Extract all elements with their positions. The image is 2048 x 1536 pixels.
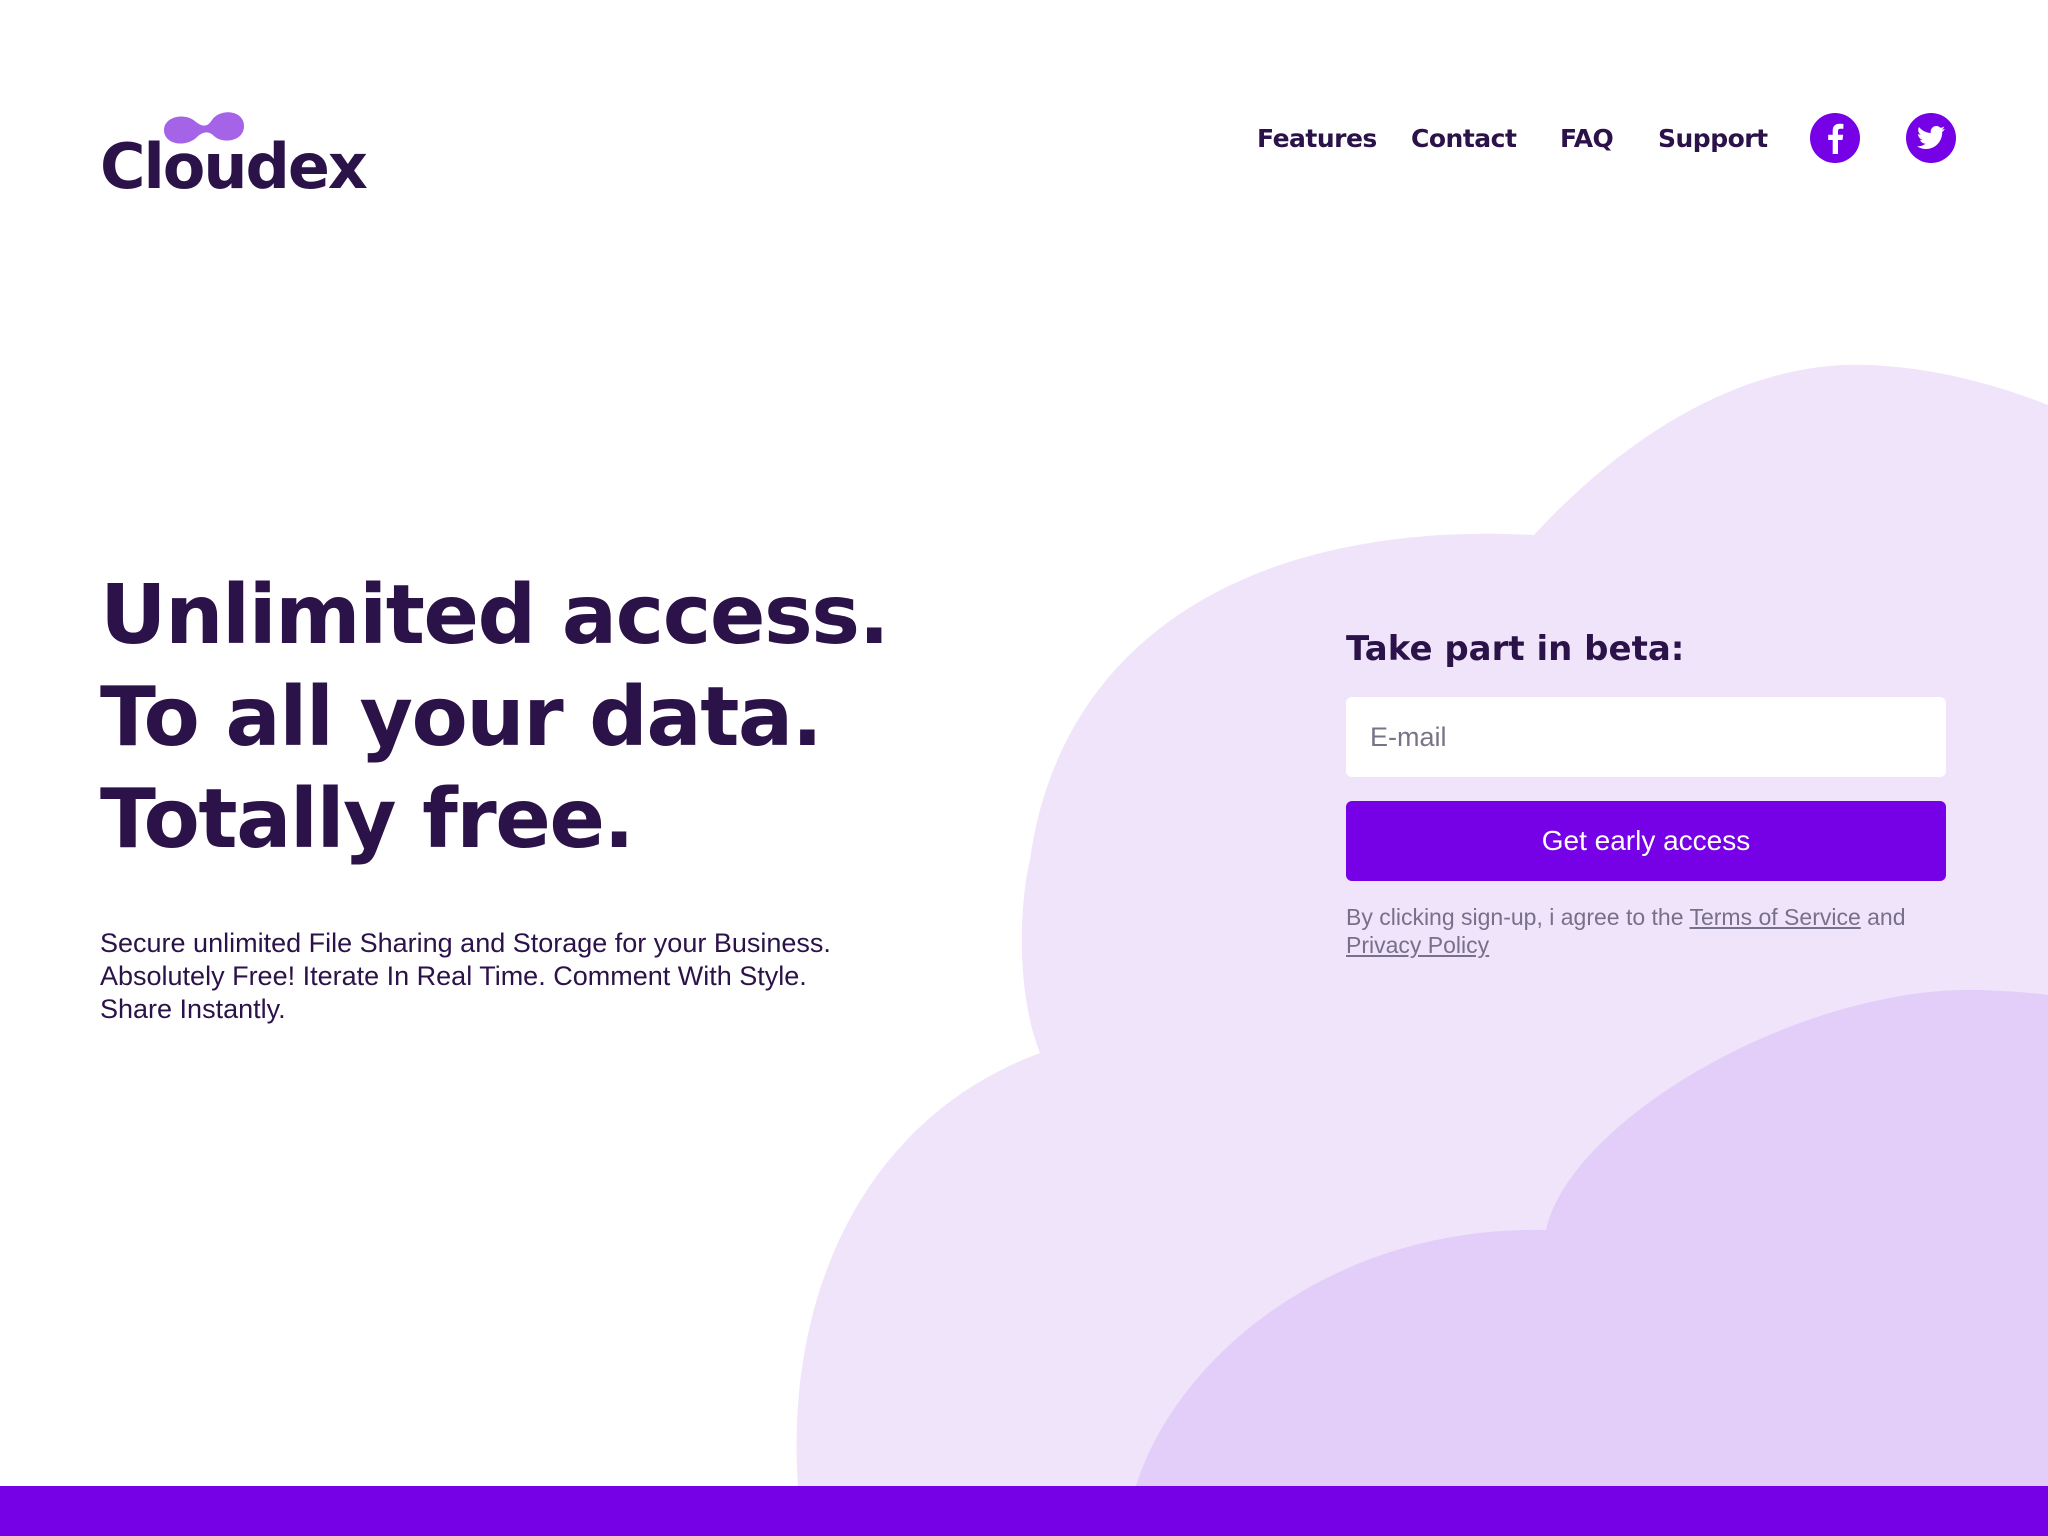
headline-line-2: To all your data. [100,670,823,765]
legal-and: and [1860,904,1906,930]
terms-of-service-link[interactable]: Terms of Service [1689,904,1860,930]
get-early-access-button[interactable]: Get early access [1346,801,1946,881]
legal-prefix: By clicking sign-up, i agree to the [1346,904,1690,930]
privacy-policy-link[interactable]: Privacy Policy [1346,932,1489,958]
facebook-icon [1828,123,1844,154]
brand-logo[interactable]: Cloudex [100,108,368,208]
headline-line-1: Unlimited access. [100,568,890,663]
legal-notice: By clicking sign-up, i agree to the Term… [1346,903,1946,959]
hero-description: Secure unlimited File Sharing and Storag… [100,928,831,1024]
brand-name: Cloudex [100,130,368,203]
email-field[interactable] [1346,697,1946,777]
nav-link-features[interactable]: Features [1257,124,1377,153]
twitter-button[interactable] [1906,113,1956,163]
nav-link-faq[interactable]: FAQ [1560,124,1614,153]
signup-title: Take part in beta: [1346,629,1685,669]
site-header: Cloudex Features Contact FAQ Support [0,0,2048,220]
twitter-icon [1917,126,1945,149]
nav-link-contact[interactable]: Contact [1411,124,1517,153]
nav-link-support[interactable]: Support [1658,124,1768,153]
hero-section: Unlimited access. To all your data. Tota… [100,565,900,1026]
footer-bar [0,1486,2048,1536]
hero-headline: Unlimited access. To all your data. Tota… [100,565,900,871]
headline-line-3: Totally free. [100,772,635,867]
facebook-button[interactable] [1810,113,1860,163]
beta-signup-form: Take part in beta: Get early access By c… [1346,625,1946,959]
